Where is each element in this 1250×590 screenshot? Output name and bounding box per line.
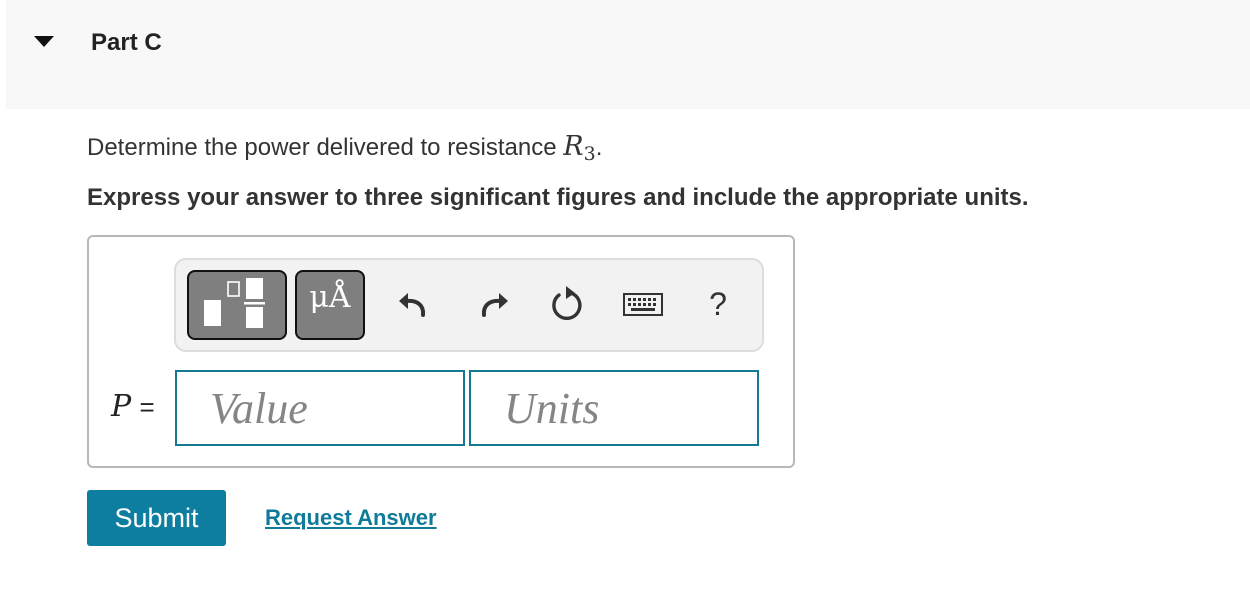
reset-icon[interactable] [544,282,584,326]
units-input[interactable] [469,370,759,446]
answer-variable: P [111,389,132,424]
submit-button[interactable]: Submit [87,490,226,546]
question-suffix: . [595,134,603,161]
keyboard-icon[interactable] [621,282,665,326]
request-answer-link[interactable]: Request Answer [265,505,437,531]
caret-down-icon[interactable] [34,36,54,47]
template-button[interactable] [187,270,287,340]
math-toolbar: μÅ ? [174,258,764,352]
part-title: Part C [91,29,162,56]
question-text: Determine the power delivered to resista… [87,131,603,165]
question-prompt: Determine the power delivered to resista… [87,134,564,161]
value-input[interactable] [175,370,465,446]
answer-box: μÅ ? P = Value Units [87,235,795,468]
answer-variable-label: P = [111,389,155,424]
units-button-label: μÅ [309,280,351,315]
help-button[interactable]: ? [703,282,733,326]
instruction-text: Express your answer to three significant… [87,184,1029,211]
math-symbol: R [563,131,584,162]
fraction-template-icon [204,278,265,328]
units-button[interactable]: μÅ [295,270,365,340]
redo-icon[interactable] [472,282,512,326]
math-subscript: 3 [583,143,596,165]
undo-icon[interactable] [395,282,435,326]
part-header: Part C [6,0,1250,109]
equals-sign: = [139,392,155,422]
